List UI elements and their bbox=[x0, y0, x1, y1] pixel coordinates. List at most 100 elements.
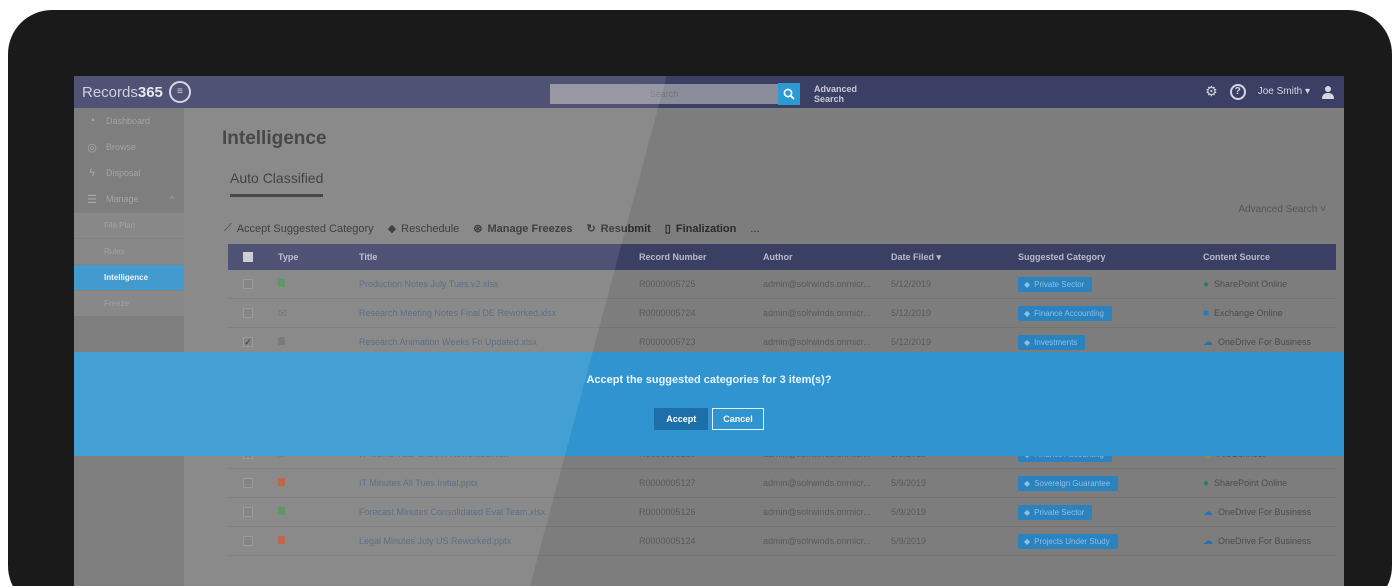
source-cell: ● SharePoint Online bbox=[1203, 279, 1336, 290]
sidebar: ◔ Dashboard ◎ Browse ϟ Disposal ☰ Manage… bbox=[74, 108, 184, 586]
resubmit-button[interactable]: ↻ Resubmit bbox=[586, 222, 650, 236]
app-logo[interactable]: Records 365 ≡ bbox=[74, 81, 204, 103]
top-right-controls: ⚙ ? Joe Smith ▾ bbox=[1205, 83, 1334, 100]
user-icon[interactable] bbox=[1322, 85, 1334, 99]
row-checkbox[interactable] bbox=[243, 536, 253, 547]
type-cell bbox=[268, 337, 359, 347]
row-date: 5/9/2019 bbox=[891, 507, 927, 517]
sidebar-item-browse[interactable]: ◎ Browse bbox=[74, 134, 184, 160]
tag-icon: ◆ bbox=[1024, 308, 1031, 318]
search-button[interactable] bbox=[778, 83, 800, 105]
sidebar-subitem-rules[interactable]: Rules bbox=[74, 238, 184, 264]
row-checkbox-cell: ✓ bbox=[228, 337, 268, 348]
row-record-number: R0000005127 bbox=[639, 478, 696, 488]
row-record-number: R0000005126 bbox=[639, 507, 696, 517]
type-cell bbox=[268, 478, 359, 488]
user-menu[interactable]: Joe Smith ▾ bbox=[1258, 86, 1310, 97]
help-icon[interactable]: ? bbox=[1229, 83, 1246, 100]
category-cell: ◆Finance Accounting bbox=[1018, 305, 1203, 321]
reschedule-button[interactable]: ◆ Reschedule bbox=[387, 222, 460, 236]
sort-desc-icon: ▾ bbox=[936, 251, 942, 262]
row-checkbox-cell bbox=[228, 478, 268, 489]
reschedule-label: Reschedule bbox=[401, 222, 460, 235]
tag-icon: ◆ bbox=[1024, 536, 1031, 546]
finalization-button[interactable]: ▯ Finalization bbox=[665, 222, 737, 236]
table-row[interactable]: Forecast Minutes Consolidated Eval Team.… bbox=[228, 498, 1336, 527]
source-label: OneDrive For Business bbox=[1218, 536, 1312, 546]
device-frame: Records365 ≡ Advanced Search ⚙ ? Joe Smi… bbox=[8, 10, 1392, 586]
header-type[interactable]: Type bbox=[268, 252, 359, 262]
manage-freezes-button[interactable]: ⊛ Manage Freezes bbox=[473, 222, 572, 236]
row-checkbox[interactable] bbox=[243, 279, 253, 290]
category-label: Private Sector bbox=[1034, 507, 1085, 517]
sidebar-subitem-file-plan[interactable]: File Plan bbox=[74, 212, 184, 238]
search-area: Advanced Search bbox=[550, 83, 857, 105]
excel-file-icon bbox=[278, 507, 285, 515]
gear-icon[interactable]: ⚙ bbox=[1205, 83, 1218, 100]
sidebar-item-label: Disposal bbox=[106, 168, 141, 178]
dialog-message: Accept the suggested categories for 3 it… bbox=[586, 374, 832, 386]
row-author: admin@solrwinds.onmicr... bbox=[763, 478, 871, 488]
row-checkbox[interactable] bbox=[243, 507, 253, 518]
advanced-search-link[interactable]: Advanced Search bbox=[814, 84, 857, 104]
row-title-link[interactable]: Research Meeting Notes Final DE Reworked… bbox=[359, 308, 639, 318]
category-cell: ◆ Investments bbox=[1018, 334, 1203, 350]
table-row[interactable]: IT Minutes All Tues Initial.pptx R000000… bbox=[228, 469, 1336, 498]
category-label: Projects Under Study bbox=[1034, 536, 1110, 546]
sharepoint-icon: ● bbox=[1203, 477, 1210, 489]
row-title-link[interactable]: Production Notes July Tues v2.xlsx bbox=[359, 279, 639, 289]
row-title-link[interactable]: Research Animation Weeks Fri Updated.xls… bbox=[359, 337, 639, 347]
chevron-down-icon: ▾ bbox=[1304, 86, 1310, 97]
advanced-search-label: Advanced Search bbox=[1238, 204, 1318, 215]
category-badge[interactable]: ◆ Sovereign Guarantee bbox=[1018, 475, 1119, 491]
row-checkbox-cell bbox=[228, 279, 268, 290]
sidebar-item-dashboard[interactable]: ◔ Dashboard bbox=[74, 108, 184, 134]
advanced-search-toggle[interactable]: Advanced Search ˅ bbox=[1238, 204, 1326, 215]
header-suggested-category[interactable]: Suggested Category bbox=[1018, 252, 1203, 262]
category-badge[interactable]: ◆ Private Sector bbox=[1018, 504, 1093, 520]
content-source: ● SharePoint Online bbox=[1203, 279, 1287, 290]
source-cell: ● SharePoint Online bbox=[1203, 478, 1336, 489]
cancel-button[interactable]: Cancel bbox=[712, 408, 764, 430]
row-checkbox[interactable] bbox=[243, 478, 253, 489]
accept-category-button[interactable]: ⟋ Accept Suggested Category bbox=[224, 222, 374, 235]
tag-icon: ◆ bbox=[1024, 507, 1031, 517]
select-all-checkbox[interactable] bbox=[243, 252, 253, 263]
sidebar-item-manage[interactable]: ☰ Manage ^ bbox=[74, 186, 184, 212]
sidebar-subitem-freeze[interactable]: Freeze bbox=[74, 290, 184, 316]
finalization-label: Finalization bbox=[675, 222, 737, 235]
row-title-link[interactable]: Forecast Minutes Consolidated Eval Team.… bbox=[359, 507, 639, 517]
advanced-search-line2: Search bbox=[814, 94, 845, 104]
category-badge[interactable]: ◆ Projects Under Study bbox=[1018, 533, 1118, 549]
category-cell: ◆ Private Sector bbox=[1018, 276, 1203, 292]
table-row[interactable]: ✉ Research Meeting Notes Final DE Rework… bbox=[228, 299, 1336, 328]
row-title-link[interactable]: Legal Minutes July US Reworked.pptx bbox=[359, 536, 639, 546]
row-checkbox[interactable] bbox=[243, 308, 253, 319]
sidebar-item-disposal[interactable]: ϟ Disposal bbox=[74, 160, 184, 186]
sharepoint-icon: ● bbox=[1203, 278, 1210, 290]
row-checkbox-checked[interactable]: ✓ bbox=[243, 337, 253, 348]
tab-auto-classified[interactable]: Auto Classified bbox=[230, 170, 324, 197]
row-checkbox-cell bbox=[228, 308, 268, 319]
tag-icon: ◆ bbox=[387, 223, 397, 235]
accept-button[interactable]: Accept bbox=[654, 408, 709, 430]
header-content-source[interactable]: Content Source bbox=[1203, 252, 1336, 262]
category-badge[interactable]: ◆ Investments bbox=[1018, 334, 1086, 350]
header-date-filed[interactable]: Date Filed ▾ bbox=[891, 252, 1018, 263]
search-input[interactable] bbox=[550, 84, 778, 104]
table-row[interactable]: Legal Minutes July US Reworked.pptx R000… bbox=[228, 527, 1336, 556]
refresh-icon: ↻ bbox=[586, 223, 596, 235]
header-record-number[interactable]: Record Number bbox=[639, 252, 763, 262]
category-badge[interactable]: ◆Finance Accounting bbox=[1018, 305, 1112, 321]
header-title[interactable]: Title bbox=[359, 252, 639, 262]
more-button[interactable]: ... bbox=[750, 222, 759, 235]
sidebar-subitem-intelligence[interactable]: Intelligence bbox=[74, 264, 184, 290]
logo-bold: 365 bbox=[137, 83, 163, 101]
row-author: admin@solrwinds.onmicr... bbox=[763, 337, 871, 347]
category-badge[interactable]: ◆ Private Sector bbox=[1018, 276, 1093, 292]
table-row[interactable]: Production Notes July Tues v2.xlsx R0000… bbox=[228, 270, 1336, 299]
accept-category-label: Accept Suggested Category bbox=[236, 222, 374, 235]
header-author[interactable]: Author bbox=[763, 252, 891, 262]
row-record-number: R0000005725 bbox=[639, 279, 696, 289]
row-title-link[interactable]: IT Minutes All Tues Initial.pptx bbox=[359, 478, 639, 488]
